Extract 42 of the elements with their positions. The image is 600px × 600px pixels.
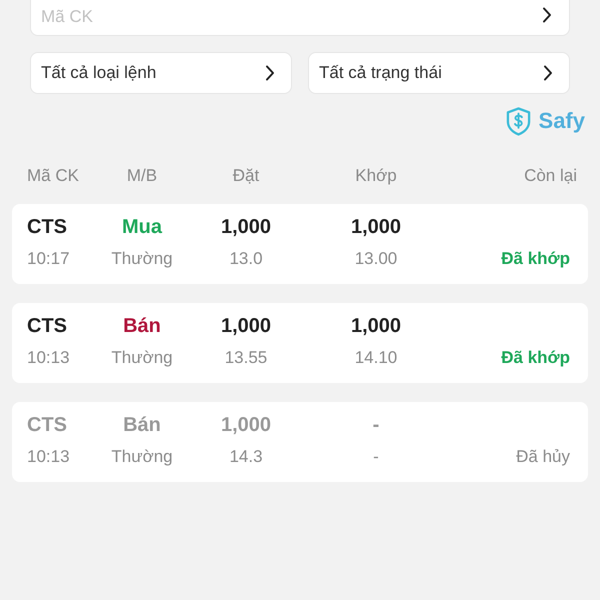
stock-code-field[interactable]: Mã CK: [30, 0, 570, 36]
order-side: Bán: [123, 413, 161, 437]
order-time: 10:13: [27, 446, 70, 468]
order-side: Bán: [123, 314, 161, 338]
chevron-right-icon: [543, 65, 553, 81]
order-quantity: 1,000: [220, 215, 272, 239]
order-type: Thường: [111, 248, 173, 270]
matched-quantity: 1,000: [350, 215, 402, 239]
order-quantity: 1,000: [220, 314, 272, 338]
order-time: 10:13: [27, 347, 70, 369]
column-header: Khớp: [355, 165, 397, 187]
stock-symbol: CTS: [27, 215, 67, 239]
matched-price: -: [373, 446, 379, 468]
order-side: Mua: [122, 215, 162, 239]
order-price: 13.0: [229, 248, 263, 270]
chevron-right-icon: [265, 65, 275, 81]
order-type: Thường: [111, 347, 173, 369]
order-price: 14.3: [229, 446, 263, 468]
filter-button[interactable]: Tất cả trạng thái: [308, 52, 570, 94]
matched-quantity: 1,000: [350, 314, 402, 338]
order-status: Đã khớp: [501, 248, 570, 270]
order-card[interactable]: CTS Mua 1,000 1,000 10:17 Thường 13.0 13.00 Đã khớp: [12, 204, 588, 284]
order-time: 10:17: [27, 248, 70, 270]
order-type: Thường: [111, 446, 173, 468]
matched-quantity: -: [372, 413, 380, 437]
order-status: Đã khớp: [501, 347, 570, 369]
column-header: Đặt: [232, 165, 260, 187]
shield-dollar-icon: [506, 106, 531, 136]
stock-symbol: CTS: [27, 314, 67, 338]
stock-symbol: CTS: [27, 413, 67, 437]
column-header: Mã CK: [27, 165, 79, 187]
matched-price: 13.00: [354, 248, 398, 270]
order-quantity: 1,000: [220, 413, 272, 437]
column-header: Còn lại: [524, 165, 577, 187]
order-card[interactable]: CTS Bán 1,000 1,000 10:13 Thường 13.55 14.10 Đã khớp: [12, 303, 588, 383]
matched-price: 14.10: [354, 347, 398, 369]
order-status: Đã hủy: [516, 446, 570, 468]
filter-button[interactable]: Tất cả loại lệnh: [30, 52, 292, 94]
order-price: 13.55: [224, 347, 268, 369]
column-header: M/B: [126, 165, 158, 187]
brand-name: Safy: [538, 107, 585, 135]
chevron-right-icon: [542, 7, 552, 23]
